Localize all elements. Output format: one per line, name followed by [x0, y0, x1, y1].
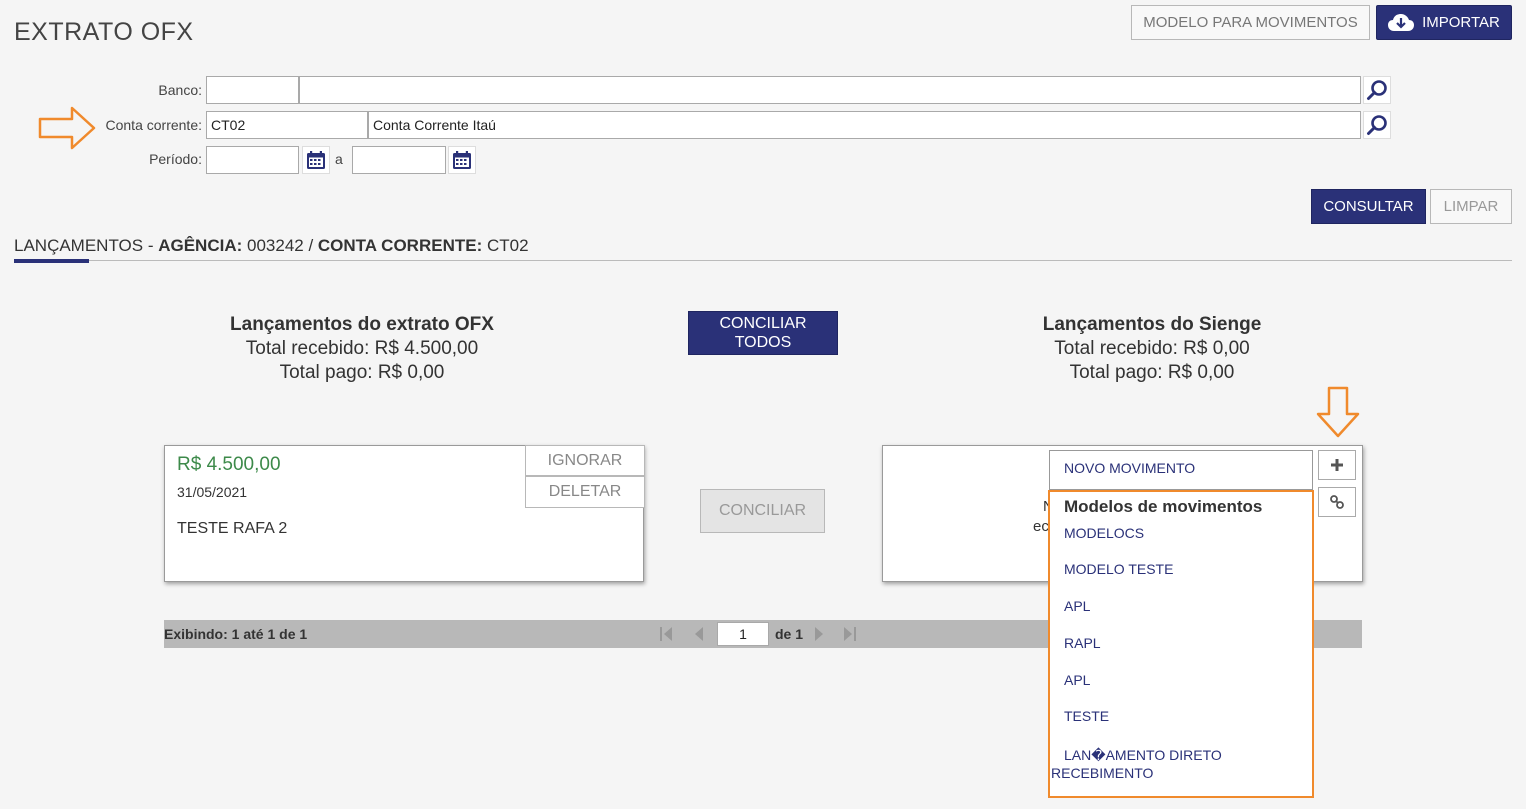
section-conta-label: CONTA CORRENTE: — [317, 236, 483, 255]
ofx-title: Lançamentos do extrato OFX — [230, 314, 494, 335]
calendar-icon — [453, 151, 471, 169]
modelo-item-line1: LAN�AMENTO DIRETO — [1064, 747, 1222, 763]
section-conta-value: CT02 — [482, 236, 529, 255]
next-page-icon — [815, 627, 824, 641]
deletar-label: DELETAR — [548, 483, 622, 500]
deletar-button[interactable]: DELETAR — [525, 476, 645, 508]
modelo-item[interactable]: APL — [1064, 598, 1090, 614]
conta-search-button[interactable] — [1363, 111, 1391, 139]
limpar-button[interactable]: LIMPAR — [1430, 189, 1512, 224]
modelos-dropdown: Modelos de movimentos MODELOCS MODELO TE… — [1048, 490, 1314, 798]
first-page-button[interactable] — [651, 620, 681, 648]
importar-label: IMPORTAR — [1422, 14, 1500, 31]
modelo-item-line2: RECEBIMENTO — [1051, 765, 1154, 781]
ofx-summary: Lançamentos do extrato OFX Total recebid… — [162, 313, 562, 385]
banco-label: Banco: — [158, 82, 202, 98]
sienge-title: Lançamentos do Sienge — [1042, 314, 1262, 335]
last-page-icon — [844, 627, 857, 641]
periodo-to-calendar-button[interactable] — [448, 146, 476, 174]
novo-movimento-label: NOVO MOVIMENTO — [1064, 460, 1196, 476]
periodo-label: Período: — [149, 151, 202, 167]
ofx-total-recebido: Total recebido: R$ 4.500,00 — [245, 338, 479, 359]
banco-search-button[interactable] — [1363, 76, 1391, 104]
modelo-item[interactable]: APL — [1064, 672, 1090, 688]
conta-corrente-label: Conta corrente: — [105, 117, 203, 133]
modelo-item-lancamento-direto[interactable]: LAN�AMENTO DIRETO RECEBIMENTO — [1051, 746, 1222, 782]
consultar-button[interactable]: CONSULTAR — [1311, 189, 1426, 224]
pagination-bar-end — [1314, 620, 1362, 648]
conciliar-todos-line1: CONCILIAR — [719, 315, 807, 332]
agencia-label: AGÊNCIA: — [158, 236, 243, 255]
modelo-button-label: MODELO PARA MOVIMENTOS — [1143, 14, 1358, 31]
modelo-item[interactable]: TESTE — [1064, 708, 1109, 724]
add-movimento-button[interactable] — [1318, 450, 1356, 480]
consultar-label: CONSULTAR — [1323, 198, 1414, 215]
ofx-entry-card[interactable]: R$ 4.500,00 31/05/2021 TESTE RAFA 2 IGNO… — [164, 445, 645, 582]
entry-amount: R$ 4.500,00 — [177, 454, 281, 475]
section-header: LANÇAMENTOS - AGÊNCIA: 003242 / CONTA CO… — [14, 236, 529, 256]
conta-name-input[interactable]: Conta Corrente Itaú — [368, 111, 1361, 139]
calendar-icon — [307, 151, 325, 169]
cloud-download-icon — [1388, 13, 1415, 33]
link-button[interactable] — [1318, 487, 1356, 517]
periodo-separator: a — [335, 151, 343, 167]
periodo-to-input[interactable] — [352, 146, 446, 174]
ignorar-label: IGNORAR — [547, 451, 623, 469]
entry-date: 31/05/2021 — [177, 484, 248, 500]
highlight-arrow-down-icon — [1316, 386, 1360, 438]
plus-icon — [1331, 459, 1343, 471]
sienge-total-pago: Total pago: R$ 0,00 — [1069, 362, 1235, 383]
prev-page-button[interactable] — [681, 620, 717, 648]
conta-code-input[interactable]: CT02 — [206, 111, 368, 139]
sienge-card-text-line2: ec — [1033, 518, 1049, 535]
limpar-label: LIMPAR — [1443, 198, 1499, 215]
modelo-item[interactable]: MODELOCS — [1064, 525, 1144, 541]
page-of: de 1 — [775, 626, 804, 642]
page-input[interactable]: 1 — [717, 622, 769, 646]
last-page-button[interactable] — [835, 620, 865, 648]
modelo-item[interactable]: MODELO TESTE — [1064, 561, 1173, 577]
ofx-total-pago: Total pago: R$ 0,00 — [279, 362, 445, 383]
page-title: EXTRATO OFX — [14, 18, 194, 46]
importar-button[interactable]: IMPORTAR — [1376, 5, 1512, 40]
conciliar-label: CONCILIAR — [718, 502, 807, 519]
agencia-value: 003242 / — [242, 236, 318, 255]
banco-code-input[interactable] — [206, 76, 299, 104]
tab-lancamentos[interactable]: LANÇAMENTOS — [14, 236, 143, 255]
next-page-button[interactable] — [803, 620, 835, 648]
active-tab-indicator — [14, 259, 89, 263]
highlight-arrow-right-icon — [38, 106, 96, 150]
conciliar-todos-button[interactable]: CONCILIAR TODOS — [688, 311, 838, 355]
prev-page-icon — [695, 627, 703, 641]
section-divider — [14, 260, 1512, 261]
modelo-para-movimentos-button[interactable]: MODELO PARA MOVIMENTOS — [1131, 5, 1370, 40]
entry-description: TESTE RAFA 2 — [177, 520, 288, 537]
search-icon — [1367, 80, 1387, 100]
search-icon — [1367, 115, 1387, 135]
conciliar-todos-line2: TODOS — [734, 334, 792, 351]
section-dash: - — [143, 236, 159, 255]
pagination-controls: 1 de 1 — [651, 620, 877, 648]
sienge-total-recebido: Total recebido: R$ 0,00 — [1054, 338, 1250, 359]
link-icon — [1330, 495, 1344, 509]
periodo-from-calendar-button[interactable] — [302, 146, 330, 174]
sienge-summary: Lançamentos do Sienge Total recebido: R$… — [952, 313, 1352, 385]
banco-name-input[interactable] — [299, 76, 1361, 104]
modelos-group-title: Modelos de movimentos — [1064, 497, 1263, 516]
periodo-from-input[interactable] — [206, 146, 299, 174]
modelo-item[interactable]: RAPL — [1064, 635, 1101, 651]
first-page-icon — [660, 627, 672, 641]
conciliar-button[interactable]: CONCILIAR — [700, 489, 825, 533]
ignorar-button[interactable]: IGNORAR — [525, 445, 645, 476]
pagination-showing: Exibindo: 1 até 1 de 1 — [164, 626, 308, 642]
novo-movimento-item[interactable]: NOVO MOVIMENTO — [1049, 450, 1313, 490]
